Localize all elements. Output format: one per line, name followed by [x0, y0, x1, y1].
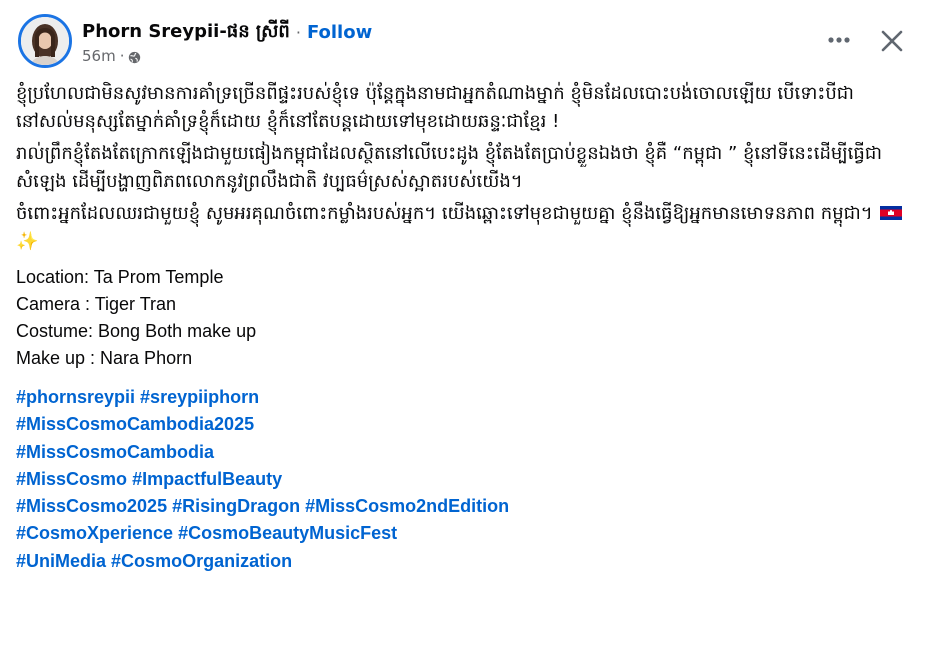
author-row: Phorn Sreypii-ផន ស្រីពី · Follow: [82, 19, 372, 46]
post-paragraph-2: រាល់ព្រឹកខ្ញុំតែងតែក្រោកឡើងជាមួយផៀងកម្ពុ…: [16, 143, 882, 192]
meta-separator: ·: [119, 47, 125, 65]
hashtag-link[interactable]: #CosmoBeautyMusicFest: [178, 523, 397, 543]
post-paragraph-3: ចំពោះអ្នកដែលឈរជាមួយខ្ញុំ សូមអរគុណចំពោះកម…: [16, 200, 907, 256]
credit-line-location: Location: Ta Prom Temple: [16, 267, 224, 287]
post-header: Phorn Sreypii-ផន ស្រីពី · Follow 56m ·: [16, 14, 911, 74]
post-card: Phorn Sreypii-ផន ស្រីពី · Follow 56m · ខ…: [0, 0, 927, 649]
post-paragraph-1: ខ្ញុំប្រហែលជាមិនសូវមានការគាំទ្រច្រើនពីផ្…: [16, 83, 854, 132]
separator-dot: ·: [295, 23, 301, 42]
hashtag-line: #MissCosmoCambodia: [16, 439, 907, 466]
author-name[interactable]: Phorn Sreypii-ផន ស្រីពី: [82, 19, 290, 46]
hashtags-block: #phornsreypii #sreypiiphorn #MissCosmoCa…: [16, 384, 907, 575]
hashtag-link[interactable]: #MissCosmo2025: [16, 496, 167, 516]
post-time[interactable]: 56m: [82, 47, 116, 65]
avatar[interactable]: [18, 14, 72, 68]
hashtag-link[interactable]: #MissCosmo: [16, 469, 127, 489]
hashtag-line: #MissCosmo2025 #RisingDragon #MissCosmo2…: [16, 493, 907, 520]
sparkles-icon: ✨: [16, 231, 39, 252]
hashtag-link[interactable]: #UniMedia: [16, 551, 106, 571]
hashtag-link[interactable]: #MissCosmoCambodia2025: [16, 414, 254, 434]
close-icon[interactable]: [875, 24, 909, 58]
hashtag-line: #CosmoXperience #CosmoBeautyMusicFest: [16, 520, 907, 547]
globe-icon[interactable]: [128, 50, 141, 63]
hashtag-line: #phornsreypii #sreypiiphorn: [16, 384, 907, 411]
hashtag-line: #MissCosmoCambodia2025: [16, 411, 907, 438]
hashtag-line: #UniMedia #CosmoOrganization: [16, 548, 907, 575]
post-paragraph-3-text: ចំពោះអ្នកដែលឈរជាមួយខ្ញុំ សូមអរគុណចំពោះកម…: [16, 203, 873, 224]
hashtag-link[interactable]: #CosmoOrganization: [111, 551, 292, 571]
hashtag-link[interactable]: #ImpactfulBeauty: [132, 469, 282, 489]
credit-line-costume: Costume: Bong Both make up: [16, 321, 257, 341]
hashtag-link[interactable]: #CosmoXperience: [16, 523, 173, 543]
credits-block: Location: Ta Prom Temple Camera : Tiger …: [16, 264, 907, 372]
post-body: ខ្ញុំប្រហែលជាមិនសូវមានការគាំទ្រច្រើនពីផ្…: [16, 80, 907, 575]
hashtag-link[interactable]: #MissCosmo2ndEdition: [305, 496, 509, 516]
avatar-image: [21, 17, 69, 65]
more-options-icon[interactable]: [821, 28, 857, 52]
hashtag-link[interactable]: #MissCosmoCambodia: [16, 442, 214, 462]
cambodia-flag-icon: [880, 201, 903, 220]
credit-line-camera: Camera : Tiger Tran: [16, 294, 177, 314]
post-meta: 56m ·: [82, 47, 141, 65]
hashtag-link[interactable]: #phornsreypii: [16, 387, 135, 407]
hashtag-line: #MissCosmo #ImpactfulBeauty: [16, 466, 907, 493]
hashtag-link[interactable]: #sreypiiphorn: [140, 387, 259, 407]
credit-line-makeup: Make up : Nara Phorn: [16, 348, 193, 368]
follow-button[interactable]: Follow: [307, 22, 372, 43]
hashtag-link[interactable]: #RisingDragon: [172, 496, 300, 516]
